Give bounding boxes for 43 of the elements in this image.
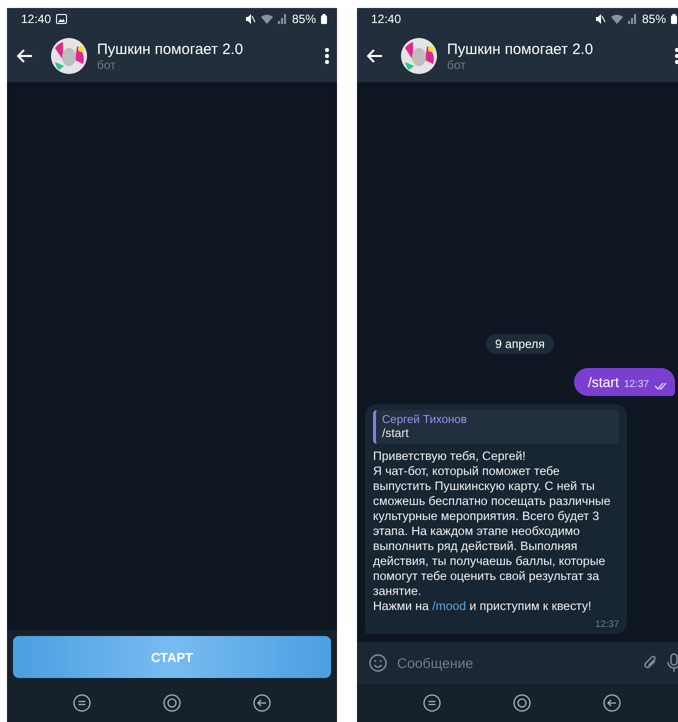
battery-icon xyxy=(671,14,677,24)
more-menu-icon[interactable] xyxy=(325,48,329,64)
message-text: Я чат-бот, который поможет тебе выпустить Пушкинскую карту. С ней ты сможешь бесплатно посещать различные культурные мероприятия. Всего будет 3 этапа. На каждом этапе необходимо выполнить ряд действий. Выполняя действия, ты получаешь баллы, которые помогут тебе оценить свой результат за занятие. xyxy=(373,464,612,599)
message-input[interactable]: Сообщение xyxy=(395,654,635,672)
message-time: 12:37 xyxy=(595,619,619,630)
message-text: Приветствую тебя, Сергей! xyxy=(373,449,527,464)
reply-quote[interactable]: Сергей Тихонов /start xyxy=(373,410,619,444)
signal-icon xyxy=(628,14,637,24)
home-icon[interactable] xyxy=(163,694,181,712)
chat-subtitle: бот xyxy=(97,58,117,72)
chat-title: Пушкин помогает 2.0 xyxy=(97,40,244,58)
home-icon[interactable] xyxy=(513,694,531,712)
signal-icon xyxy=(278,14,287,24)
recent-apps-icon[interactable] xyxy=(73,694,91,712)
wifi-icon xyxy=(260,14,273,24)
recent-apps-icon[interactable] xyxy=(423,694,441,712)
battery-percent: 85% xyxy=(642,12,666,26)
message-text: /start xyxy=(588,374,619,390)
command-link[interactable]: /mood xyxy=(432,599,466,613)
status-time: 12:40 xyxy=(21,12,52,26)
status-time: 12:40 xyxy=(371,12,402,26)
date-chip: 9 апреля xyxy=(486,334,554,354)
microphone-icon[interactable] xyxy=(667,653,678,673)
message-time: 12:37 xyxy=(624,379,649,390)
battery-icon xyxy=(321,14,327,24)
avatar[interactable] xyxy=(51,38,87,74)
message-composer[interactable]: Сообщение xyxy=(357,642,678,684)
smiley-icon[interactable] xyxy=(369,654,387,672)
reply-text: /start xyxy=(382,426,410,440)
mute-icon xyxy=(594,14,606,24)
back-icon[interactable] xyxy=(603,694,621,712)
chat-title: Пушкин помогает 2.0 xyxy=(447,40,594,58)
avatar[interactable] xyxy=(401,38,437,74)
battery-percent: 85% xyxy=(292,12,316,26)
message-text: Нажми на /mood и приступим к квесту! xyxy=(373,599,592,614)
mute-icon xyxy=(244,14,256,24)
back-icon[interactable] xyxy=(253,694,271,712)
more-menu-icon[interactable] xyxy=(675,48,678,64)
chat-subtitle: бот xyxy=(447,58,467,72)
back-arrow-icon[interactable] xyxy=(367,49,383,63)
back-arrow-icon[interactable] xyxy=(17,49,33,63)
reply-author: Сергей Тихонов xyxy=(382,414,468,426)
wifi-icon xyxy=(610,14,623,24)
